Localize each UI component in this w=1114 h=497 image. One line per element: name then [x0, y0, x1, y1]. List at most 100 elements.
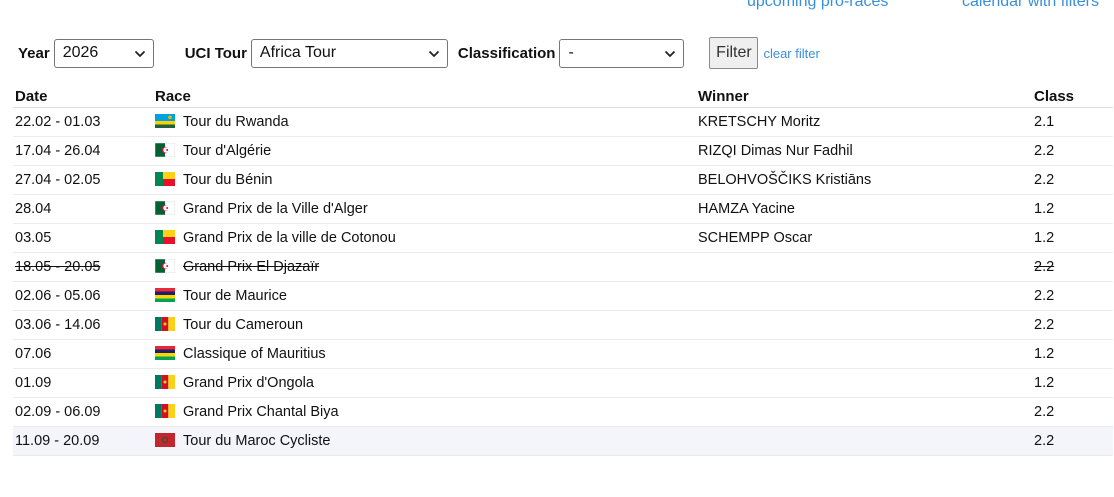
table-row[interactable]: 11.09 - 20.09 Tour du Maroc Cycliste 2.2	[13, 426, 1113, 456]
algeria-flag-icon	[155, 201, 175, 215]
race-name-link[interactable]: Classique of Mauritius	[183, 346, 326, 362]
race-name-link[interactable]: Grand Prix d'Ongola	[183, 375, 314, 391]
table-row[interactable]: 03.06 - 14.06 Tour du Cameroun 2.2	[13, 310, 1113, 340]
race-date: 02.06 - 05.06	[13, 281, 153, 311]
filter-bar: Year 2026 UCI Tour Africa Tour Classific…	[18, 37, 820, 69]
header-winner[interactable]: Winner	[696, 85, 1032, 108]
race-class: 1.2	[1032, 368, 1113, 398]
classification-select[interactable]: -	[559, 38, 685, 68]
race-cell: Tour de Maurice	[153, 281, 696, 311]
race-date: 17.04 - 26.04	[13, 136, 153, 166]
race-class: 2.2	[1032, 426, 1113, 456]
race-date: 18.05 - 20.05	[13, 252, 153, 282]
race-winner	[696, 339, 1032, 369]
race-cell: Grand Prix El Djazaïr	[153, 252, 696, 282]
header-date[interactable]: Date	[13, 85, 153, 108]
race-class: 1.2	[1032, 223, 1113, 253]
year-select[interactable]: 2026	[53, 38, 154, 68]
year-select-value: 2026	[62, 44, 99, 61]
race-cell: Tour du Rwanda	[153, 107, 696, 137]
upcoming-pro-races-link[interactable]: upcoming pro-races	[747, 0, 888, 11]
benin-flag-icon	[155, 172, 175, 186]
race-winner[interactable]: BELOHVOŠČIKS Kristiāns	[696, 165, 1032, 195]
race-cell: Grand Prix Chantal Biya	[153, 397, 696, 427]
table-row[interactable]: 02.06 - 05.06 Tour de Maurice 2.2	[13, 281, 1113, 311]
race-name-link[interactable]: Tour du Rwanda	[183, 114, 289, 130]
cameroon-flag-icon	[155, 317, 175, 331]
table-row[interactable]: 02.09 - 06.09 Grand Prix Chantal Biya 2.2	[13, 397, 1113, 427]
race-winner	[696, 368, 1032, 398]
race-name-link[interactable]: Tour du Bénin	[183, 172, 272, 188]
race-class: 2.2	[1032, 281, 1113, 311]
year-label: Year	[18, 44, 50, 62]
race-class: 2.2	[1032, 136, 1113, 166]
table-row[interactable]: 27.04 - 02.05 Tour du Bénin BELOHVOŠČIKS K…	[13, 165, 1113, 195]
race-rows: 22.02 - 01.03 Tour du Rwanda KRETSCHY Mori…	[13, 107, 1113, 456]
race-name-link[interactable]: Grand Prix El Djazaïr	[183, 259, 319, 275]
uci-tour-select[interactable]: Africa Tour	[250, 38, 448, 68]
race-date: 02.09 - 06.09	[13, 397, 153, 427]
table-row[interactable]: 07.06 Classique of Mauritius 1.2	[13, 339, 1113, 369]
race-winner	[696, 397, 1032, 427]
filter-button[interactable]: Filter	[709, 37, 759, 69]
race-date: 11.09 - 20.09	[13, 426, 153, 456]
classification-label: Classification	[457, 44, 556, 62]
race-winner	[696, 310, 1032, 340]
race-date: 03.06 - 14.06	[13, 310, 153, 340]
race-cell: Grand Prix de la Ville d'Alger	[153, 194, 696, 224]
race-date: 28.04	[13, 194, 153, 224]
race-name-link[interactable]: Grand Prix Chantal Biya	[183, 404, 339, 420]
race-cell: Grand Prix d'Ongola	[153, 368, 696, 398]
algeria-flag-icon	[155, 259, 175, 273]
table-row[interactable]: 17.04 - 26.04 Tour d'Algérie RIZQI Dimas N…	[13, 136, 1113, 166]
rwanda-flag-icon	[155, 114, 175, 128]
race-date: 22.02 - 01.03	[13, 107, 153, 137]
top-links: upcoming pro-races calendar with filters	[0, 0, 1114, 13]
race-cell: Tour du Bénin	[153, 165, 696, 195]
table-row[interactable]: 03.05 Grand Prix de la ville de Cotonou SC…	[13, 223, 1113, 253]
chevron-down-icon	[665, 50, 676, 57]
table-header-row: Date Race Winner Class	[13, 85, 1113, 108]
table-row[interactable]: 28.04 Grand Prix de la Ville d'Alger HAMZA…	[13, 194, 1113, 224]
race-name-link[interactable]: Tour de Maurice	[183, 288, 287, 304]
chevron-down-icon	[134, 50, 145, 57]
uci-tour-label: UCI Tour	[184, 44, 247, 62]
classification-select-value: -	[568, 44, 574, 61]
race-class: 2.2	[1032, 165, 1113, 195]
race-winner[interactable]: SCHEMPP Oscar	[696, 223, 1032, 253]
race-name-link[interactable]: Tour du Cameroun	[183, 317, 303, 333]
race-cell: Tour du Maroc Cycliste	[153, 426, 696, 456]
races-table: Date Race Winner Class 22.02 - 01.03 Tour…	[13, 85, 1113, 456]
uci-tour-select-value: Africa Tour	[259, 44, 337, 61]
race-name-link[interactable]: Tour du Maroc Cycliste	[183, 433, 330, 449]
race-name-link[interactable]: Grand Prix de la Ville d'Alger	[183, 201, 368, 217]
race-winner[interactable]: HAMZA Yacine	[696, 194, 1032, 224]
race-date: 01.09	[13, 368, 153, 398]
race-winner	[696, 281, 1032, 311]
race-cell: Classique of Mauritius	[153, 339, 696, 369]
race-class: 1.2	[1032, 339, 1113, 369]
algeria-flag-icon	[155, 143, 175, 157]
table-row[interactable]: 01.09 Grand Prix d'Ongola 1.2	[13, 368, 1113, 398]
calendar-with-filters-link[interactable]: calendar with filters	[962, 0, 1099, 11]
race-name-link[interactable]: Grand Prix de la ville de Cotonou	[183, 230, 396, 246]
race-date: 03.05	[13, 223, 153, 253]
race-date: 27.04 - 02.05	[13, 165, 153, 195]
benin-flag-icon	[155, 230, 175, 244]
race-winner[interactable]: RIZQI Dimas Nur Fadhil	[696, 136, 1032, 166]
race-class: 2.2	[1032, 397, 1113, 427]
mauritius-flag-icon	[155, 288, 175, 302]
header-class[interactable]: Class	[1032, 85, 1113, 108]
race-date: 07.06	[13, 339, 153, 369]
race-class: 2.2	[1032, 252, 1113, 282]
race-winner	[696, 252, 1032, 282]
race-cell: Grand Prix de la ville de Cotonou	[153, 223, 696, 253]
header-race[interactable]: Race	[153, 85, 696, 108]
race-class: 2.1	[1032, 107, 1113, 137]
race-winner[interactable]: KRETSCHY Moritz	[696, 107, 1032, 137]
table-row[interactable]: 22.02 - 01.03 Tour du Rwanda KRETSCHY Mori…	[13, 107, 1113, 137]
table-row[interactable]: 18.05 - 20.05 Grand Prix El Djazaïr 2.2	[13, 252, 1113, 282]
race-name-link[interactable]: Tour d'Algérie	[183, 143, 271, 159]
clear-filter-link[interactable]: clear filter	[763, 46, 819, 61]
race-class: 1.2	[1032, 194, 1113, 224]
